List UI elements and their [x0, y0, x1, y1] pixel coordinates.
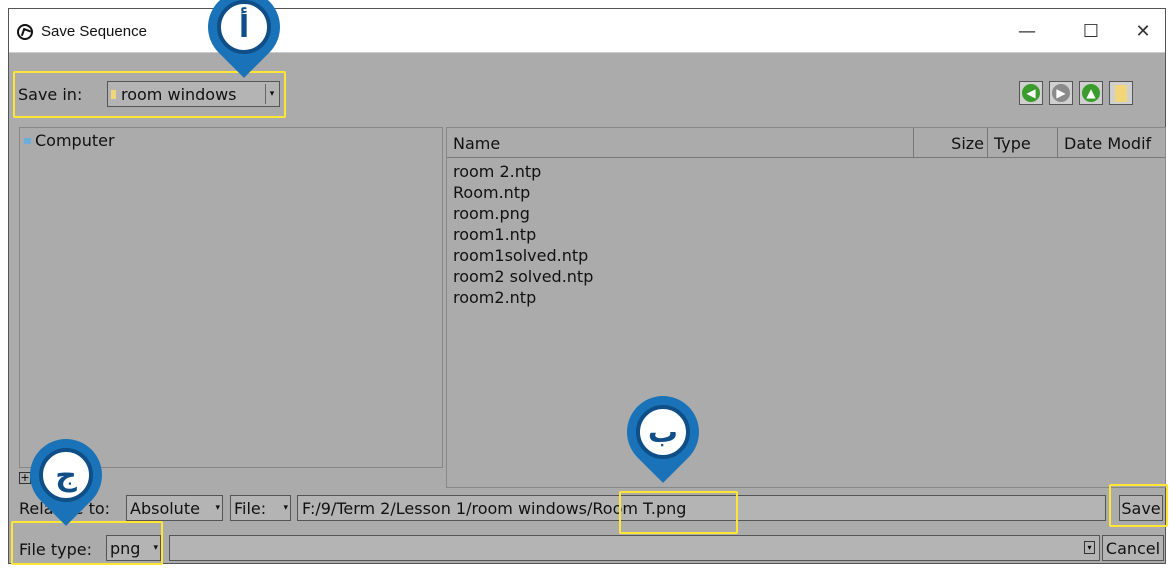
filter-input[interactable] — [169, 535, 1100, 561]
file-combo-label: File: — [234, 498, 267, 518]
up-arrow-icon: ▲ — [1082, 84, 1100, 102]
folder-tree[interactable]: Computer — [19, 127, 443, 468]
tree-item-label: Computer — [35, 131, 115, 150]
list-item[interactable]: Room.ntp — [453, 183, 530, 202]
back-arrow-icon: ◀ — [1022, 84, 1040, 102]
highlight-file-type — [11, 521, 163, 565]
cancel-button[interactable]: Cancel — [1102, 535, 1164, 561]
filter-dropdown-icon[interactable]: ▾ — [1084, 541, 1095, 554]
back-button[interactable]: ◀ — [1019, 81, 1043, 105]
maximize-button[interactable]: ☐ — [1069, 15, 1113, 47]
callout-label-a: أ — [217, 0, 271, 55]
list-item[interactable]: room1.ntp — [453, 225, 536, 244]
column-name[interactable]: Name — [447, 128, 914, 158]
forward-button[interactable]: ▶ — [1049, 81, 1073, 105]
list-item[interactable]: room.png — [453, 204, 530, 223]
new-folder-button[interactable] — [1109, 81, 1133, 105]
forward-arrow-icon: ▶ — [1052, 84, 1070, 102]
column-date-modified[interactable]: Date Modif — [1058, 128, 1166, 158]
chevron-down-icon: ▾ — [215, 503, 220, 513]
list-item[interactable]: room2.ntp — [453, 288, 536, 307]
column-size[interactable]: Size — [914, 128, 988, 158]
relative-combo[interactable]: Absolute ▾ — [126, 495, 223, 521]
file-combo[interactable]: File: ▾ — [230, 495, 291, 521]
title-bar: Save Sequence — ☐ ✕ — [9, 9, 1165, 53]
file-list-header: Name Size Type Date Modif — [447, 128, 1165, 158]
list-item[interactable]: room2 solved.ntp — [453, 267, 593, 286]
highlight-save-in — [13, 71, 286, 118]
list-item[interactable]: room 2.ntp — [453, 162, 541, 181]
tree-item-computer[interactable]: Computer — [24, 131, 115, 150]
close-button[interactable]: ✕ — [1121, 15, 1165, 47]
highlight-filename — [619, 491, 738, 534]
callout-label-b: ب — [636, 405, 690, 459]
highlight-save-button — [1109, 484, 1168, 527]
chevron-down-icon: ▾ — [283, 503, 288, 513]
window-title: Save Sequence — [41, 23, 147, 40]
up-button[interactable]: ▲ — [1079, 81, 1103, 105]
relative-value: Absolute — [130, 498, 200, 518]
app-icon — [17, 24, 33, 40]
list-item[interactable]: room1solved.ntp — [453, 246, 588, 265]
callout-label-c: ج — [39, 448, 93, 502]
new-folder-icon — [1115, 84, 1127, 102]
column-type[interactable]: Type — [988, 128, 1058, 158]
path-prefix: F:/9/Term 2/Lesson 1/room windows/ — [302, 498, 593, 518]
computer-icon — [24, 137, 31, 144]
minimize-button[interactable]: — — [1005, 15, 1049, 47]
file-list[interactable]: Name Size Type Date Modif room 2.ntp Roo… — [446, 127, 1166, 488]
